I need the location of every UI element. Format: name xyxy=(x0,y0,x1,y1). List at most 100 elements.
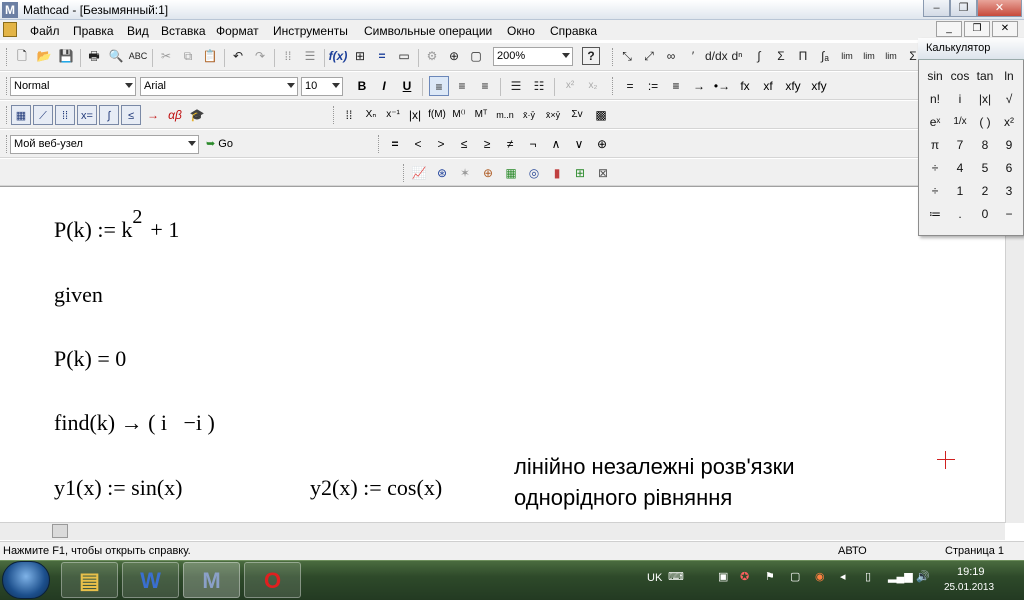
graph-toolbar-icon[interactable]: ⟋ xyxy=(33,105,53,125)
subscript-index-icon[interactable]: Xₙ xyxy=(360,106,382,124)
prime-icon[interactable]: ′ xyxy=(683,46,703,66)
greek-toolbar-icon[interactable]: αβ xyxy=(165,105,185,125)
infinity-icon[interactable]: ∞ xyxy=(661,46,681,66)
language-indicator[interactable]: UK xyxy=(647,572,662,584)
not-equal-icon[interactable]: ≠ xyxy=(499,135,521,153)
insert-function-icon[interactable]: f(x) xyxy=(328,46,348,66)
calc-key-tan[interactable]: tan xyxy=(974,66,996,86)
add-trace-icon[interactable]: ✶ xyxy=(454,164,476,182)
mdi-close-button[interactable]: ✕ xyxy=(992,21,1018,37)
go-button[interactable]: ➥ Go xyxy=(206,137,233,150)
limit-icon[interactable]: lim xyxy=(837,46,857,66)
calc-key-abs[interactable]: |x| xyxy=(974,89,996,109)
boolean-equal-icon[interactable]: = xyxy=(384,135,406,153)
dot-product-icon[interactable]: x̄·ȳ xyxy=(518,106,540,124)
font-size-select[interactable]: 10 xyxy=(301,77,343,96)
math-constraint[interactable]: P(k) = 0 xyxy=(54,346,126,372)
undo-icon[interactable]: ↶ xyxy=(228,46,248,66)
bar-plot-3d-icon[interactable]: ▮ xyxy=(546,164,568,182)
calc-key-8[interactable]: 8 xyxy=(974,135,996,155)
symbolic-keyword-icon[interactable]: •→ xyxy=(711,77,733,95)
underline-button[interactable]: U xyxy=(397,76,417,96)
calculator-toolbar-icon[interactable]: ▦ xyxy=(11,105,31,125)
text-note-line2[interactable]: однорідного рівняння xyxy=(514,485,732,511)
calc-key-reciprocal[interactable]: 1/x xyxy=(949,112,971,132)
math-given[interactable]: given xyxy=(54,282,103,308)
taskbar-explorer-icon[interactable]: ▤ xyxy=(61,562,118,598)
maximize-button[interactable]: ❐ xyxy=(950,0,977,17)
tray-orange-icon[interactable]: ◉ xyxy=(815,570,825,583)
taskbar-opera-icon[interactable]: O xyxy=(244,562,301,598)
open-folder-icon[interactable]: 📂 xyxy=(34,46,54,66)
math-define-y1[interactable]: y1(x) := sin(x) xyxy=(54,475,183,501)
calc-key-square[interactable]: x² xyxy=(998,112,1020,132)
horizontal-scrollbar[interactable] xyxy=(0,522,1005,540)
nth-derivative-icon[interactable]: dⁿ xyxy=(727,46,747,66)
tray-app-icon[interactable]: ▣ xyxy=(718,570,728,583)
resource-center-icon[interactable]: ⊕ xyxy=(444,46,464,66)
calculus-toolbar-icon[interactable]: ∫ xyxy=(99,105,119,125)
evaluation-toolbar-icon[interactable]: x= xyxy=(77,105,97,125)
print-preview-icon[interactable]: 🔍 xyxy=(106,46,126,66)
menu-tools[interactable]: Инструменты xyxy=(273,24,348,38)
math-define-y2[interactable]: y2(x) := cos(x) xyxy=(310,475,442,501)
symbolic-eval-icon[interactable]: → xyxy=(688,77,710,95)
italic-button[interactable]: I xyxy=(374,76,394,96)
calc-key-exp[interactable]: eˣ xyxy=(924,112,946,132)
cross-product-icon[interactable]: x̄×ȳ xyxy=(542,106,564,124)
question-icon[interactable]: ? xyxy=(582,47,600,65)
subscript-icon[interactable]: x₂ xyxy=(583,76,603,96)
matrix-transpose-icon[interactable]: ⤡ xyxy=(617,46,637,66)
menu-edit[interactable]: Правка xyxy=(73,24,114,38)
bold-button[interactable]: B xyxy=(352,76,372,96)
zoom-select[interactable]: 200% xyxy=(493,47,573,66)
integral-icon[interactable]: ∫ xyxy=(749,46,769,66)
calc-key-divide[interactable]: ÷ xyxy=(924,158,946,178)
patch-plot-icon[interactable]: ⊠ xyxy=(592,164,614,182)
align-across-icon[interactable]: ⁞⁞ xyxy=(278,46,298,66)
picture-icon[interactable]: ▩ xyxy=(590,106,612,124)
calc-key-5[interactable]: 5 xyxy=(974,158,996,178)
less-than-icon[interactable]: < xyxy=(407,135,429,153)
calc-key-7[interactable]: 7 xyxy=(949,135,971,155)
calc-key-dot[interactable]: . xyxy=(949,204,971,224)
boolean-toolbar-icon[interactable]: ≤ xyxy=(121,105,141,125)
paste-icon[interactable]: 📋 xyxy=(200,46,220,66)
greater-equal-icon[interactable]: ≥ xyxy=(476,135,498,153)
style-select[interactable]: Normal xyxy=(10,77,136,96)
menu-help[interactable]: Справка xyxy=(550,24,597,38)
vector-sum-icon[interactable]: Σv xyxy=(566,106,588,124)
determinant-icon[interactable]: |x| xyxy=(404,106,426,124)
start-button[interactable] xyxy=(2,561,50,599)
calc-key-divide-2[interactable]: ÷ xyxy=(924,181,946,201)
menu-view[interactable]: Вид xyxy=(127,24,149,38)
calc-key-pi[interactable]: π xyxy=(924,135,946,155)
new-document-icon[interactable]: 🗋 xyxy=(12,46,32,66)
print-icon[interactable]: 🖶 xyxy=(84,46,104,66)
close-button[interactable]: ✕ xyxy=(977,0,1022,17)
menu-symbolics[interactable]: Символьные операции xyxy=(364,24,492,38)
global-define-icon[interactable]: ≡ xyxy=(665,77,687,95)
calc-key-ln[interactable]: ln xyxy=(998,66,1020,86)
greater-than-icon[interactable]: > xyxy=(430,135,452,153)
font-select[interactable]: Arial xyxy=(140,77,298,96)
bullets-icon[interactable]: ☰ xyxy=(506,76,526,96)
math-find[interactable]: find(k) → ( i −i ) xyxy=(54,410,215,436)
calc-key-imaginary[interactable]: i xyxy=(949,89,971,109)
math-define-P[interactable]: P(k) := k2 + 1 xyxy=(54,206,179,243)
calc-key-2[interactable]: 2 xyxy=(974,181,996,201)
insert-matrix-icon[interactable]: ⁞⁞ xyxy=(338,106,360,124)
text-note-line1[interactable]: лінійно незалежні розв'язки xyxy=(514,454,795,480)
symbolic-toolbar-icon[interactable]: 🎓 xyxy=(187,105,207,125)
vertical-scrollbar[interactable] xyxy=(1005,187,1024,523)
calc-key-sqrt[interactable]: √ xyxy=(998,89,1020,109)
inverse-icon[interactable]: x⁻¹ xyxy=(382,106,404,124)
or-icon[interactable]: ∨ xyxy=(568,135,590,153)
menu-file[interactable]: Файл xyxy=(30,24,60,38)
menu-window[interactable]: Окно xyxy=(507,24,535,38)
surface-plot-icon[interactable]: ⊕ xyxy=(477,164,499,182)
menu-format[interactable]: Формат xyxy=(216,24,259,38)
prefix-operator-icon[interactable]: fx xyxy=(734,77,756,95)
define-icon[interactable]: := xyxy=(642,77,664,95)
evaluate-icon[interactable]: = xyxy=(619,77,641,95)
